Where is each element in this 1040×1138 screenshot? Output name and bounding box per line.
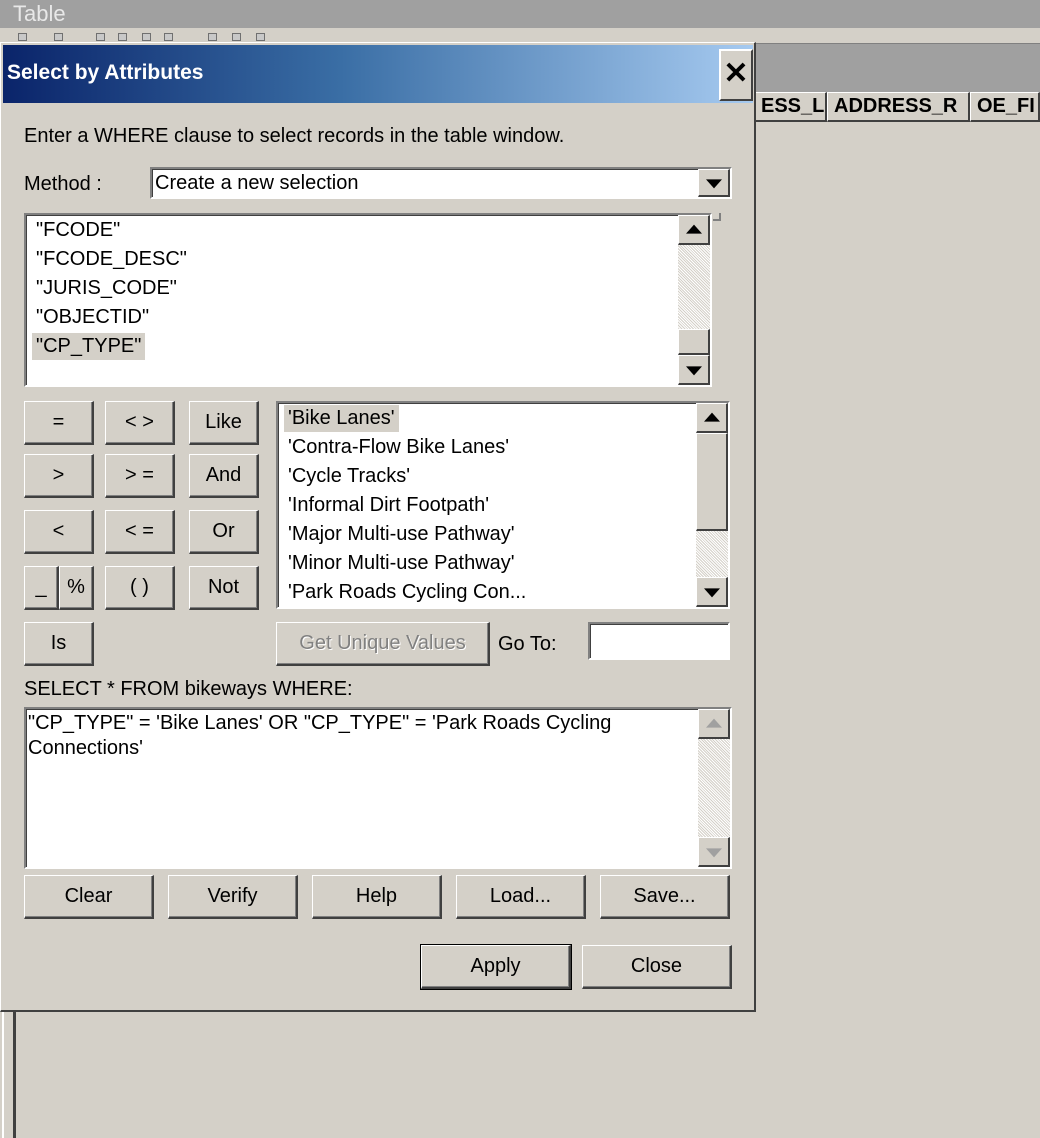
greater-equal-button[interactable]: > = [105, 454, 175, 498]
scroll-thumb[interactable] [678, 329, 710, 355]
arrow-down-icon [705, 847, 722, 857]
arrow-down-icon [703, 587, 720, 597]
scroll-down-button[interactable] [678, 355, 710, 385]
table-options-icon[interactable] [18, 33, 27, 41]
scroll-down-button[interactable] [698, 837, 730, 867]
values-list[interactable]: 'Bike Lanes' 'Contra-Flow Bike Lanes' 'C… [276, 401, 730, 609]
zoom-to-selected-icon[interactable] [164, 33, 173, 41]
not-button[interactable]: Not [189, 566, 259, 610]
column-header-address-l[interactable]: ESS_L [754, 92, 827, 122]
underscore-button[interactable]: _ [24, 566, 59, 610]
percent-button[interactable]: % [59, 566, 94, 610]
not-equals-button[interactable]: < > [105, 401, 175, 445]
method-dropdown[interactable]: Create a new selection [150, 167, 732, 199]
instruction-text: Enter a WHERE clause to select records i… [24, 125, 565, 147]
arrow-up-icon [703, 412, 720, 422]
column-header-oe-fi[interactable]: OE_FI [970, 92, 1040, 122]
method-dropdown-button[interactable] [698, 169, 730, 197]
select-prefix-label: SELECT * FROM bikeways WHERE: [24, 678, 353, 700]
save-button[interactable]: Save... [600, 875, 730, 919]
clear-selection-icon[interactable] [142, 33, 151, 41]
fields-list[interactable]: "FCODE" "FCODE_DESC" "JURIS_CODE" "OBJEC… [24, 213, 712, 387]
where-clause-textarea[interactable]: "CP_TYPE" = 'Bike Lanes' OR "CP_TYPE" = … [24, 707, 732, 869]
value-item[interactable]: 'Informal Dirt Footpath' [284, 492, 493, 519]
arrow-up-icon [705, 718, 722, 728]
clear-button[interactable]: Clear [24, 875, 154, 919]
and-button[interactable]: And [189, 454, 259, 498]
paste-icon[interactable] [232, 33, 241, 41]
goto-label: Go To: [498, 633, 557, 655]
scroll-up-button[interactable] [678, 215, 710, 245]
field-item[interactable]: "FCODE" [32, 217, 124, 244]
load-button[interactable]: Load... [456, 875, 586, 919]
get-unique-values-button[interactable]: Get Unique Values [276, 622, 490, 666]
greater-than-button[interactable]: > [24, 454, 94, 498]
dialog-titlebar[interactable]: Select by Attributes ✕ [3, 45, 753, 103]
fields-scrollbar[interactable] [678, 215, 710, 385]
select-by-attributes-dialog: Select by Attributes ✕ Enter a WHERE cla… [0, 42, 756, 1012]
field-item-selected[interactable]: "CP_TYPE" [32, 333, 146, 360]
method-label: Method : [24, 173, 102, 195]
where-clause-text: "CP_TYPE" = 'Bike Lanes' OR "CP_TYPE" = … [28, 712, 612, 759]
copy-icon[interactable] [208, 33, 217, 41]
chevron-down-icon [705, 178, 722, 188]
arrow-down-icon [685, 365, 702, 375]
goto-input[interactable] [588, 622, 730, 660]
value-item[interactable]: 'Minor Multi-use Pathway' [284, 550, 519, 577]
equals-button[interactable]: = [24, 401, 94, 445]
table-window-title: Table [0, 0, 1040, 28]
scroll-down-button[interactable] [696, 577, 728, 607]
switch-selection-icon[interactable] [118, 33, 127, 41]
resize-grip-icon[interactable] [713, 213, 721, 221]
is-button[interactable]: Is [24, 622, 94, 666]
field-item[interactable]: "OBJECTID" [32, 304, 153, 331]
field-item[interactable]: "FCODE_DESC" [32, 246, 191, 273]
close-button[interactable]: Close [582, 945, 732, 989]
scroll-up-button[interactable] [698, 709, 730, 739]
value-item[interactable]: 'Park Roads Cycling Con... [284, 579, 530, 606]
scroll-thumb[interactable] [696, 433, 728, 531]
related-tables-icon[interactable] [54, 33, 63, 41]
like-button[interactable]: Like [189, 401, 259, 445]
delete-icon[interactable] [256, 33, 265, 41]
verify-button[interactable]: Verify [168, 875, 298, 919]
values-scrollbar[interactable] [696, 403, 728, 607]
table-window-edge [2, 1010, 16, 1138]
scroll-up-button[interactable] [696, 403, 728, 433]
table-grid [754, 92, 1040, 1138]
dialog-title: Select by Attributes [7, 61, 204, 84]
where-scrollbar[interactable] [698, 709, 730, 867]
method-value: Create a new selection [155, 172, 359, 194]
value-item-selected[interactable]: 'Bike Lanes' [284, 405, 399, 432]
value-item[interactable]: 'Contra-Flow Bike Lanes' [284, 434, 513, 461]
parentheses-button[interactable]: ( ) [105, 566, 175, 610]
column-header-address-r[interactable]: ADDRESS_R [827, 92, 970, 122]
apply-button[interactable]: Apply [420, 944, 572, 990]
select-by-attributes-icon[interactable] [96, 33, 105, 41]
value-item[interactable]: 'Major Multi-use Pathway' [284, 521, 519, 548]
close-icon[interactable]: ✕ [719, 49, 753, 101]
arrow-up-icon [685, 224, 702, 234]
or-button[interactable]: Or [189, 510, 259, 554]
help-button[interactable]: Help [312, 875, 442, 919]
value-item[interactable]: 'Cycle Tracks' [284, 463, 414, 490]
field-item[interactable]: "JURIS_CODE" [32, 275, 181, 302]
less-than-button[interactable]: < [24, 510, 94, 554]
less-equal-button[interactable]: < = [105, 510, 175, 554]
